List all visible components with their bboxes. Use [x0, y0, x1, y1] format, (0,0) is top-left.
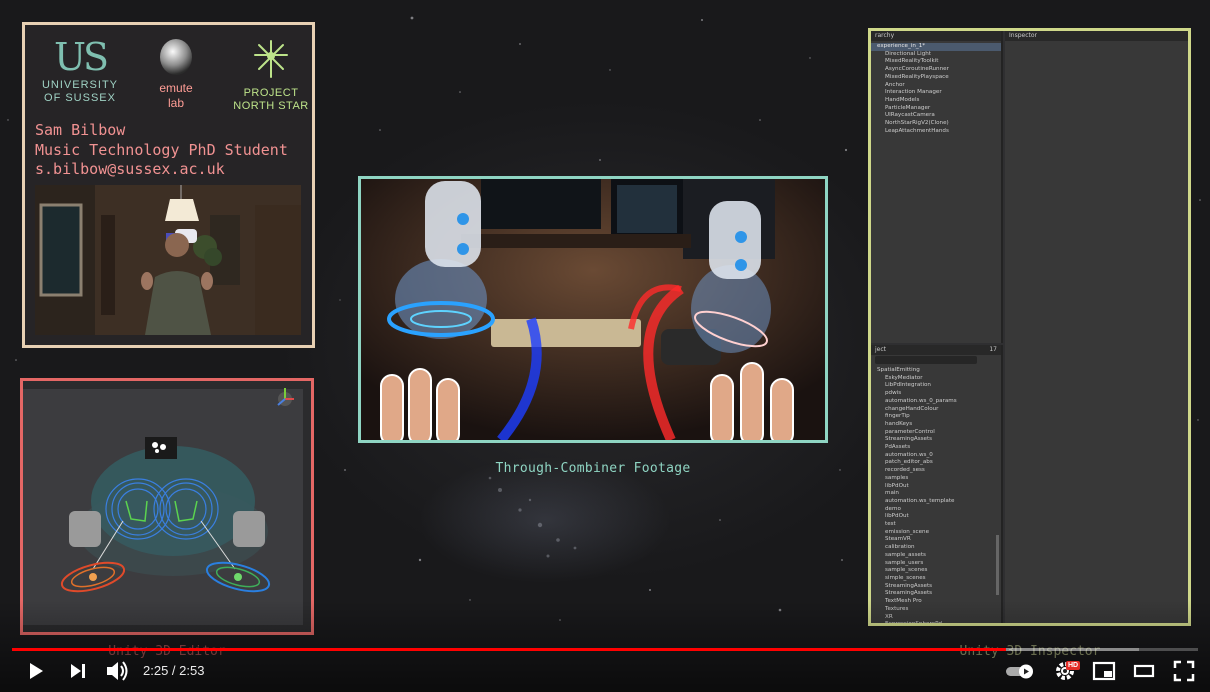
- hierarchy-tab[interactable]: rarchy: [871, 31, 1001, 41]
- hierarchy-window: rarchy experience_in_1* Directional Light…: [871, 31, 1003, 343]
- mute-button[interactable]: [104, 658, 130, 684]
- project-item[interactable]: automation.ws_0: [871, 452, 1001, 460]
- university-of-sussex-logo: US UNIVERSITY OF SUSSEX: [35, 35, 125, 105]
- autoplay-toggle-icon: [1006, 664, 1033, 679]
- progress-played: [12, 648, 1006, 651]
- project-item[interactable]: parameterControl: [871, 429, 1001, 437]
- hierarchy-tree: experience_in_1* Directional Light MixedRe…: [871, 41, 1001, 135]
- time-display: 2:25 / 2:53: [143, 663, 205, 678]
- project-item[interactable]: fingerTip: [871, 413, 1001, 421]
- hierarchy-item[interactable]: ParticleManager: [871, 105, 1001, 113]
- project-item[interactable]: pdwis: [871, 390, 1001, 398]
- project-item[interactable]: main: [871, 490, 1001, 498]
- hierarchy-item[interactable]: Directional Light: [871, 51, 1001, 59]
- miniplayer-icon: [1092, 661, 1116, 681]
- presenter-role: Music Technology PhD Student: [35, 140, 288, 159]
- volume-icon: [107, 661, 128, 681]
- autoplay-toggle[interactable]: [1004, 658, 1036, 684]
- inspector-window: Inspector: [1005, 31, 1188, 623]
- hierarchy-item[interactable]: Anchor: [871, 82, 1001, 90]
- project-item[interactable]: libPdOut: [871, 513, 1001, 521]
- hierarchy-item[interactable]: experience_in_1*: [871, 43, 1001, 51]
- video-frame[interactable]: US UNIVERSITY OF SUSSEX emute lab PROJEC…: [0, 0, 1210, 692]
- presenter-info-panel: US UNIVERSITY OF SUSSEX emute lab PROJEC…: [22, 22, 315, 348]
- project-item[interactable]: simple_scenes: [871, 575, 1001, 583]
- emute-lab-line2: lab: [167, 96, 184, 110]
- ar-footage-frame: [361, 179, 825, 440]
- presenter-details: Sam Bilbow Music Technology PhD Student …: [35, 121, 313, 180]
- footage-caption: Through-Combiner Footage: [495, 461, 691, 476]
- north-star-icon: [254, 40, 288, 78]
- unity-editor-panel: [20, 378, 314, 635]
- hierarchy-item[interactable]: LeapAttachmentHands: [871, 128, 1001, 136]
- miniplayer-button[interactable]: [1090, 658, 1118, 684]
- project-scrollbar[interactable]: [996, 535, 999, 595]
- project-item[interactable]: automation.ws_template: [871, 498, 1001, 506]
- webcam-scene-image: [35, 185, 301, 335]
- next-icon: [71, 664, 85, 678]
- project-item[interactable]: SteamVR: [871, 536, 1001, 544]
- project-item[interactable]: sample_scenes: [871, 567, 1001, 575]
- presenter-name: Sam Bilbow: [35, 121, 126, 139]
- project-item[interactable]: sample_users: [871, 560, 1001, 568]
- next-button[interactable]: [66, 658, 90, 684]
- emute-lab-line1: emute: [159, 81, 193, 95]
- theater-icon: [1133, 664, 1155, 678]
- progress-bar[interactable]: [12, 648, 1198, 651]
- fullscreen-button[interactable]: [1170, 658, 1198, 684]
- project-item[interactable]: PdAssets: [871, 444, 1001, 452]
- emute-lab-logo: emute lab: [146, 39, 206, 111]
- unity-inspector-panel: rarchy experience_in_1* Directional Light…: [868, 28, 1191, 626]
- theater-mode-button[interactable]: [1130, 658, 1158, 684]
- project-item[interactable]: StreamingAssets: [871, 436, 1001, 444]
- project-item[interactable]: automation.ws_0_params: [871, 398, 1001, 406]
- project-item[interactable]: patch_editor_abs: [871, 459, 1001, 467]
- project-item[interactable]: recorded_sess: [871, 467, 1001, 475]
- hd-badge: HD: [1066, 661, 1081, 670]
- fullscreen-icon: [1173, 660, 1195, 682]
- project-north-star-logo: PROJECT NORTH STAR: [226, 39, 316, 113]
- project-item[interactable]: sample_assets: [871, 552, 1001, 560]
- project-item[interactable]: emission_scene: [871, 529, 1001, 537]
- hierarchy-item[interactable]: UIRaycastCamera: [871, 112, 1001, 120]
- university-mark: US: [53, 35, 109, 79]
- unity-scene-view: [23, 381, 311, 632]
- project-item[interactable]: SpatialEmitting: [871, 367, 1001, 375]
- project-item[interactable]: EskyMediator: [871, 375, 1001, 383]
- project-search-input[interactable]: [875, 356, 977, 364]
- play-button[interactable]: [22, 658, 48, 684]
- project-item[interactable]: LibPdIntegration: [871, 382, 1001, 390]
- through-combiner-footage-panel: [358, 176, 828, 443]
- project-item[interactable]: handKeys: [871, 421, 1001, 429]
- hierarchy-item[interactable]: MixedRealityPlayspace: [871, 74, 1001, 82]
- webcam-feed: [35, 185, 301, 335]
- project-asset-count: 17: [989, 346, 997, 353]
- project-item[interactable]: calibration: [871, 544, 1001, 552]
- hierarchy-item[interactable]: MixedRealityToolkit: [871, 58, 1001, 66]
- project-item[interactable]: libPdOut: [871, 483, 1001, 491]
- project-item[interactable]: samples: [871, 475, 1001, 483]
- project-item[interactable]: StreamingAssets: [871, 590, 1001, 598]
- project-item[interactable]: StreamingAssets: [871, 583, 1001, 591]
- emute-orb-icon: [160, 39, 192, 75]
- project-item[interactable]: test: [871, 521, 1001, 529]
- project-item[interactable]: demo: [871, 506, 1001, 514]
- project-line1: PROJECT: [243, 87, 299, 99]
- play-icon: [30, 663, 43, 679]
- hierarchy-item[interactable]: HandModels: [871, 97, 1001, 105]
- project-line2: NORTH STAR: [233, 100, 309, 112]
- project-tree: SpatialEmitting EskyMediator LibPdIntegrat…: [871, 365, 1001, 623]
- project-item[interactable]: changeHandColour: [871, 406, 1001, 414]
- university-name: UNIVERSITY OF SUSSEX: [41, 79, 118, 104]
- hierarchy-item[interactable]: NorthStarRigV2(Clone): [871, 120, 1001, 128]
- affiliation-logos: US UNIVERSITY OF SUSSEX emute lab PROJEC…: [31, 35, 311, 127]
- hierarchy-item[interactable]: AsyncCoroutineRunner: [871, 66, 1001, 74]
- inspector-tab[interactable]: Inspector: [1005, 31, 1188, 41]
- inspector-caption: Unity 3D Inspector: [959, 644, 1101, 659]
- hierarchy-item[interactable]: Interaction Manager: [871, 89, 1001, 97]
- presenter-email: s.bilbow@sussex.ac.uk: [35, 160, 225, 178]
- editor-caption: Unity 3D Editor: [108, 644, 226, 659]
- project-tab[interactable]: ject: [875, 345, 886, 355]
- project-window: ject 17 SpatialEmitting EskyMediator LibPd…: [871, 345, 1003, 623]
